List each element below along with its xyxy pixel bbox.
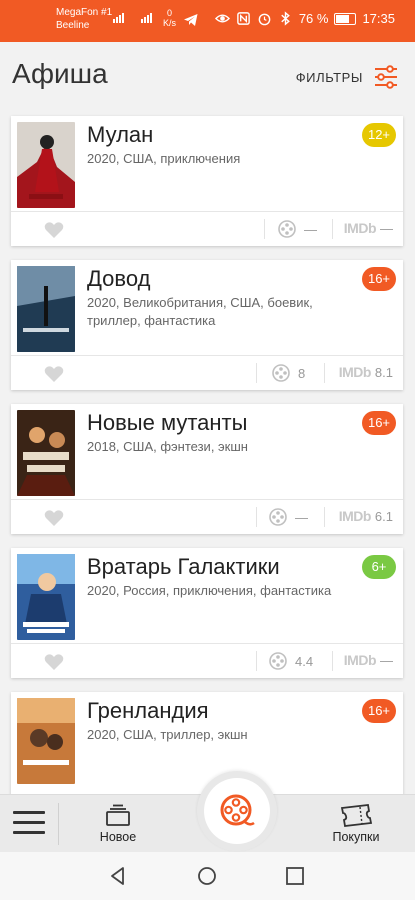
- cinema-rating-value: 4.4: [295, 653, 314, 669]
- card-footer: — IMDb —: [11, 211, 403, 246]
- carrier-1: MegaFon #1: [56, 7, 113, 18]
- cinema-rating-value: —: [295, 509, 308, 525]
- movie-poster: [17, 410, 75, 496]
- bottom-navigation: Новое Покупки: [0, 771, 415, 853]
- battery-percent: 76 %: [298, 11, 329, 26]
- cinema-rating-value: —: [304, 221, 317, 237]
- cinema-rating: 8: [272, 364, 305, 382]
- telegram-icon: [184, 14, 198, 26]
- movie-poster: [17, 266, 75, 352]
- age-rating-badge: 6+: [362, 555, 396, 579]
- movie-list[interactable]: Мулан 2020, США, приключения 12+ — IMDb …: [0, 112, 415, 794]
- film-reel-icon: [272, 364, 290, 382]
- movie-card[interactable]: Вратарь Галактики 2020, Россия, приключе…: [11, 548, 403, 678]
- filters-label: ФИЛЬТРЫ: [295, 69, 363, 85]
- age-rating-badge: 12+: [362, 123, 396, 147]
- imdb-rating-value: 8.1: [374, 364, 393, 380]
- age-rating-badge: 16+: [362, 411, 396, 435]
- imdb-rating: IMDb 8.1: [339, 364, 393, 380]
- movie-poster: [17, 698, 75, 784]
- bluetooth-icon: [281, 11, 290, 26]
- home-icon[interactable]: [197, 866, 217, 886]
- signal-icon: [113, 13, 124, 23]
- film-reel-icon: [269, 508, 287, 526]
- nav-purchases[interactable]: Покупки: [328, 803, 384, 844]
- movie-title: Гренландия: [87, 698, 209, 723]
- heart-icon[interactable]: [44, 509, 64, 527]
- movie-title: Довод: [87, 266, 151, 291]
- movie-meta: 2020, Россия, приключения, фантастика: [87, 583, 332, 598]
- movie-title: Мулан: [87, 122, 154, 147]
- movie-meta: 2020, США, триллер, экшн: [87, 727, 248, 742]
- movie-title: Новые мутанты: [87, 410, 248, 435]
- movie-poster: [17, 122, 75, 208]
- clock: 17:35: [362, 11, 395, 26]
- system-navigation-bar: [0, 852, 415, 900]
- imdb-rating: IMDb —: [344, 652, 393, 668]
- signal-icon-2: [141, 13, 152, 23]
- recents-icon[interactable]: [285, 866, 305, 886]
- card-footer: — IMDb 6.1: [11, 499, 403, 534]
- filters-button[interactable]: ФИЛЬТРЫ: [296, 64, 399, 90]
- imdb-logo: IMDb: [338, 364, 372, 380]
- imdb-rating-value: —: [380, 220, 393, 236]
- imdb-logo: IMDb: [343, 220, 377, 236]
- alarm-icon: [258, 13, 271, 26]
- film-reel-icon: [269, 652, 287, 670]
- cinema-rating: 4.4: [269, 652, 313, 670]
- imdb-rating-value: —: [380, 652, 393, 668]
- age-rating-badge: 16+: [362, 699, 396, 723]
- age-rating-badge: 16+: [362, 267, 396, 291]
- eye-icon: [214, 14, 230, 23]
- film-reel-icon: [278, 220, 296, 238]
- imdb-rating: IMDb 6.1: [339, 508, 393, 524]
- movie-meta: 2018, США, фэнтези, экшн: [87, 439, 248, 454]
- imdb-rating-value: 6.1: [374, 508, 393, 524]
- battery-icon: [334, 12, 357, 25]
- movie-title: Вратарь Галактики: [87, 554, 280, 579]
- movie-meta: 2020, США, приключения: [87, 151, 241, 166]
- nav-new-label: Новое: [99, 830, 137, 844]
- back-icon[interactable]: [108, 866, 128, 886]
- imdb-logo: IMDb: [338, 508, 372, 524]
- nav-purchases-label: Покупки: [332, 830, 380, 844]
- card-footer: 8 IMDb 8.1: [11, 355, 403, 390]
- stack-icon: [106, 804, 130, 826]
- status-bar: MegaFon #1 Beeline 0 K/s 76 % 17:35: [0, 0, 415, 42]
- heart-icon[interactable]: [44, 221, 64, 239]
- page-title: Афиша: [12, 58, 108, 89]
- movie-meta: 2020, Великобритания, США, боевик, трилл…: [87, 295, 313, 328]
- network-speed: 0 K/s: [163, 8, 177, 28]
- nav-new[interactable]: Новое: [96, 803, 140, 844]
- movie-card[interactable]: Гренландия 2020, США, триллер, экшн 16+: [11, 692, 403, 794]
- card-footer: 4.4 IMDb —: [11, 643, 403, 678]
- film-reel-icon: [220, 794, 255, 826]
- ticket-icon: [340, 804, 373, 827]
- carrier-info: MegaFon #1 Beeline: [56, 6, 112, 32]
- heart-icon[interactable]: [44, 653, 64, 671]
- movie-poster: [17, 554, 75, 640]
- nfc-icon: [236, 12, 250, 25]
- filter-sliders-icon: [375, 65, 397, 89]
- cinema-rating: —: [278, 220, 317, 238]
- cinema-rating: —: [269, 508, 308, 526]
- afisha-home-button[interactable]: [197, 771, 277, 851]
- movie-card[interactable]: Довод 2020, Великобритания, США, боевик,…: [11, 260, 403, 390]
- imdb-logo: IMDb: [343, 652, 377, 668]
- header: Афиша ФИЛЬТРЫ: [0, 42, 415, 112]
- movie-card[interactable]: Мулан 2020, США, приключения 12+ — IMDb …: [11, 116, 403, 246]
- carrier-2: Beeline: [56, 20, 90, 31]
- movie-card[interactable]: Новые мутанты 2018, США, фэнтези, экшн 1…: [11, 404, 403, 534]
- hamburger-menu-icon[interactable]: [13, 811, 45, 837]
- imdb-rating: IMDb —: [344, 220, 393, 236]
- heart-icon[interactable]: [44, 365, 64, 383]
- cinema-rating-value: 8: [298, 365, 306, 381]
